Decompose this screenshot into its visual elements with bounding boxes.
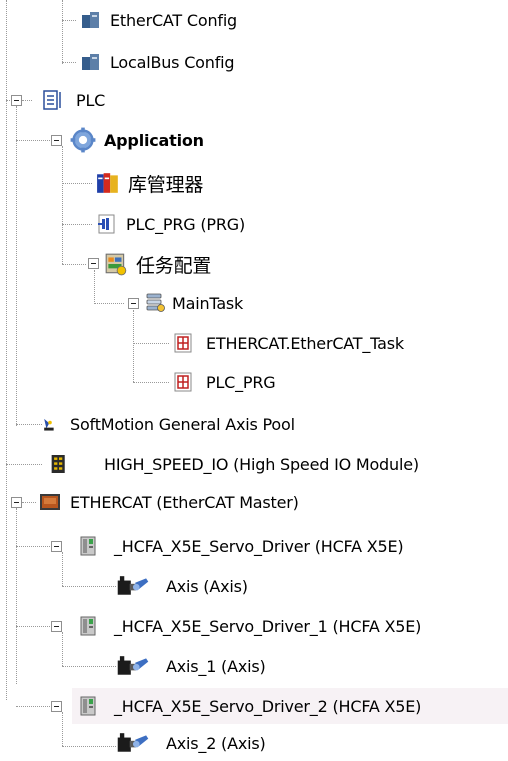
axis-icon [117,733,149,752]
collapse-servo-driver-2-toggle[interactable] [51,701,62,712]
collapse-task-config-toggle[interactable] [88,258,99,269]
tree-item-high-speed-io[interactable]: HIGH_SPEED_IO (High Speed IO Module) [50,446,419,482]
tree-item-axis-2[interactable]: Axis_2 (Axis) [116,725,266,761]
device-config-icon [82,54,99,70]
axis-icon [117,576,149,595]
device-tree: EtherCAT Config LocalBus Config PLC Appl… [0,0,508,761]
library-books-icon [97,173,118,193]
device-config-icon [82,12,99,28]
tree-item-servo-driver-1[interactable]: _HCFA_X5E_Servo_Driver_1 (HCFA X5E) [78,608,421,644]
axis-icon [117,656,149,675]
tree-item-plc-prg-pou[interactable]: PLC_PRG (PRG) [96,206,245,242]
application-gear-icon [70,127,96,153]
ethercat-master-icon [40,494,60,510]
tree-item-ethercat-master[interactable]: ETHERCAT (EtherCAT Master) [38,484,299,520]
tree-item-label: EtherCAT Config [110,10,238,30]
tree-item-library-manager[interactable]: 库管理器 [96,165,203,201]
softmotion-pool-icon [44,418,54,431]
tree-item-application[interactable]: Application [70,122,204,158]
collapse-servo-driver-1-toggle[interactable] [51,621,62,632]
tree-item-label: _HCFA_X5E_Servo_Driver_2 (HCFA X5E) [114,696,422,716]
io-module-icon [51,455,65,473]
task-icon [146,293,165,312]
tree-item-plc-prg-call[interactable]: PLC_PRG [172,364,276,400]
tree-item-axis-1[interactable]: Axis_1 (Axis) [116,648,266,684]
tree-item-label: Application [104,130,204,150]
collapse-servo-driver-toggle[interactable] [51,541,62,552]
tree-item-localbus-config[interactable]: LocalBus Config [80,44,235,80]
tree-item-axis[interactable]: Axis (Axis) [116,568,248,604]
tree-item-softmotion-pool[interactable]: SoftMotion General Axis Pool [42,406,295,442]
tree-item-plc[interactable]: PLC [38,82,105,118]
tree-item-label: SoftMotion General Axis Pool [70,414,295,434]
ethercat-slave-icon [80,536,96,556]
ethercat-slave-icon [80,696,96,716]
tree-item-label: LocalBus Config [110,52,235,72]
tree-item-label: ETHERCAT (EtherCAT Master) [70,492,299,512]
collapse-plc-toggle[interactable] [11,95,22,106]
plc-icon [43,90,61,110]
tree-item-label: Axis_1 (Axis) [166,656,266,676]
tree-item-label: 库管理器 [128,173,204,196]
tree-item-maintask[interactable]: MainTask [144,285,243,321]
tree-item-label: 任务配置 [136,254,212,277]
tree-item-label: HIGH_SPEED_IO (High Speed IO Module) [104,454,419,474]
tree-item-ethercat-task[interactable]: ETHERCAT.EtherCAT_Task [172,325,404,361]
tree-item-label: PLC_PRG [206,372,276,392]
tree-item-label: ETHERCAT.EtherCAT_Task [206,333,404,353]
tree-item-ethercat-config[interactable]: EtherCAT Config [80,2,237,38]
task-pou-icon [174,372,192,392]
tree-item-servo-driver-2[interactable]: _HCFA_X5E_Servo_Driver_2 (HCFA X5E) [72,688,508,724]
tree-item-label: Axis (Axis) [166,576,248,596]
collapse-maintask-toggle[interactable] [128,298,139,309]
pou-program-icon [98,214,115,234]
tree-item-label: PLC_PRG (PRG) [126,214,246,234]
tree-item-label: _HCFA_X5E_Servo_Driver_1 (HCFA X5E) [114,616,422,636]
tree-item-label: _HCFA_X5E_Servo_Driver (HCFA X5E) [114,536,404,556]
task-pou-icon [174,333,192,353]
collapse-ethercat-toggle[interactable] [11,497,22,508]
tree-item-servo-driver[interactable]: _HCFA_X5E_Servo_Driver (HCFA X5E) [78,528,404,564]
task-config-icon [105,253,127,276]
tree-item-label: MainTask [172,293,244,313]
ethercat-slave-icon [80,616,96,636]
collapse-application-toggle[interactable] [51,135,62,146]
tree-item-label: PLC [76,90,106,110]
tree-item-label: Axis_2 (Axis) [166,733,266,753]
tree-item-task-config[interactable]: 任务配置 [104,246,211,282]
